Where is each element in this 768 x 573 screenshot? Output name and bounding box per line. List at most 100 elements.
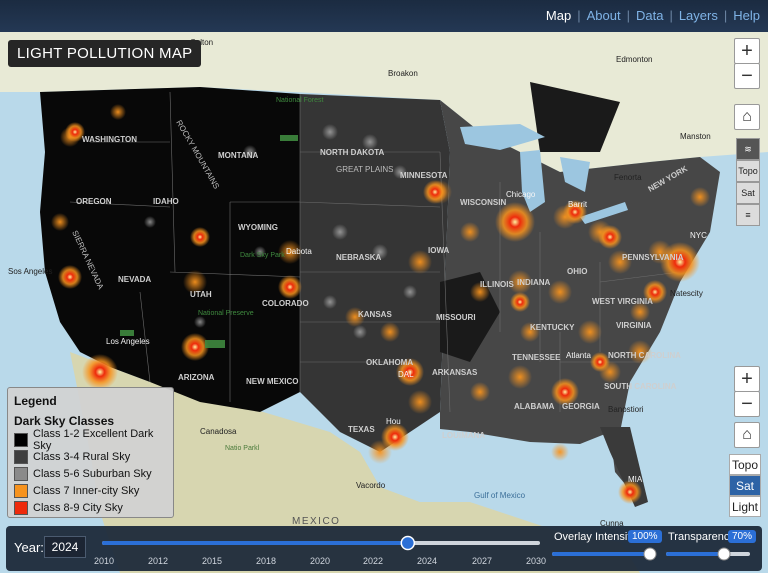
label-kentucky: KENTUCKY [530,323,575,332]
year-tick: 2012 [147,556,169,566]
label-natescity: Natescity [670,289,703,298]
nav-about-link[interactable]: About [587,8,621,23]
home-icon: ⌂ [742,426,752,443]
year-tick: 2015 [201,556,223,566]
label-ohio: OHIO [567,267,587,276]
year-tick: 2030 [525,556,547,566]
year-tick: 2027 [471,556,493,566]
label-sos-angeles: Sos Angeles [8,267,52,276]
year-tick: 2020 [309,556,331,566]
label-oklahoma: OKLAHOMA [366,358,413,367]
label-georgia: GEORGIA [562,402,600,411]
label-edmonton: Edmonton [616,55,652,64]
transparency-label: Transparency [668,531,735,543]
label-utah: UTAH [190,290,212,299]
legend-panel: Legend Dark Sky Classes Class 1-2 Excell… [7,387,174,518]
label-colorado: COLORADO [262,299,309,308]
home-icon: ⌂ [742,108,752,125]
nav-separator: | [577,8,581,23]
top-navigation-bar: Map | About | Data | Layers | Help [0,0,768,32]
nav-map-link[interactable]: Map [546,8,571,23]
layers-icon-button[interactable]: ≋ [736,138,760,160]
basemap-sat-option[interactable]: Sat [729,475,761,496]
legend-label: Class 1-2 Excellent Dark Sky [33,427,154,452]
label-great-plains: GREAT PLAINS [336,165,394,174]
label-atlanta: Atlanta [566,351,591,360]
home-button-secondary[interactable]: ⌂ [734,422,760,448]
label-montana: MONTANA [218,151,259,160]
legend-swatch [14,466,28,481]
transparency-slider-handle[interactable] [717,547,731,561]
sat-mini-button[interactable]: Sat [736,182,760,204]
zoom-out-button[interactable]: − [734,63,760,89]
legend-subtitle: Dark Sky Classes [14,414,115,428]
layer-mini-controls: ≋ Topo Sat ≡ [736,138,760,226]
legend-label: Class 8-9 City Sky [33,501,123,514]
layers-stack-button[interactable]: ≡ [736,204,760,226]
nav-layers-link[interactable]: Layers [679,8,718,23]
map-title: LIGHT POLLUTION MAP [8,40,202,67]
label-chicago: Chicago [506,190,536,199]
label-alabama: ALABAMA [514,402,555,411]
nav-separator: | [723,8,728,23]
layers-stack-icon: ≡ [745,210,751,220]
label-arkansas: ARKANSAS [432,368,478,377]
basemap-topo-option[interactable]: Topo [729,454,761,475]
label-manston: Manston [680,132,711,141]
label-nevada: NEVADA [118,275,151,284]
nav-separator: | [669,8,673,23]
label-illinois: ILLINOIS [480,280,514,289]
label-new-mexico: NEW MEXICO [246,377,298,386]
label-vacordo: Vacordo [356,481,386,490]
basemap-light-option[interactable]: Light [729,496,761,517]
label-dark-sky-park: Dark Sky Park [240,252,285,259]
label-natio-parkl: Natio Parkl [225,445,260,452]
label-arizona: ARIZONA [178,373,215,382]
zoom-in-button-secondary[interactable]: + [734,366,760,392]
home-button[interactable]: ⌂ [734,104,760,130]
label-wyoming: WYOMING [238,223,278,232]
label-pennsylvania: PENNSYLVANIA [622,253,684,262]
year-slider-handle[interactable] [400,535,416,551]
legend-swatch [14,483,28,498]
basemap-switcher: Topo Sat Light [729,454,761,517]
legend-swatch [14,432,28,447]
label-south-carolina: SOUTH CAROLINA [604,382,677,391]
nav-data-link[interactable]: Data [636,8,663,23]
legend-item: Class 1-2 Excellent Dark Sky [14,428,167,452]
topo-mini-button[interactable]: Topo [736,160,760,182]
layers-icon: ≋ [744,143,752,154]
label-texas: TEXAS [348,425,375,434]
label-washington: WASHINGTON [82,135,137,144]
legend-label: Class 7 Inner-city Sky [33,484,140,497]
nav-separator: | [626,8,630,23]
label-broakon: Broakon [388,69,418,78]
label-virginia: VIRGINIA [616,321,652,330]
nav-help-link[interactable]: Help [733,8,760,23]
label-fenorta: Fenorta [614,173,642,182]
label-tennessee: TENNESSEE [512,353,561,362]
label-minnesota: MINNESOTA [400,171,448,180]
label-gulf-of-mexico: Gulf of Mexico [474,491,526,500]
overlay-slider-handle[interactable] [643,547,657,561]
label-canadosa: Canadosa [200,427,237,436]
label-los-angeles: Los Angeles [106,337,150,346]
label-banostiori: Banostiori [608,405,644,414]
label-oregon: OREGON [76,197,112,206]
label-barrit: Barrit [568,200,588,209]
label-indiana: INDIANA [517,278,551,287]
label-mia: MIA [628,475,643,484]
label-west-virginia: WEST VIRGINIA [592,297,653,306]
label-national-forest: National Forest [276,97,324,104]
label-north-carolina: NORTH CAROLINA [608,351,681,360]
label-iowa: IOWA [428,246,450,255]
label-dal: DAL [398,370,414,379]
zoom-in-button[interactable]: + [734,38,760,64]
legend-item: Class 5-6 Suburban Sky [14,465,167,482]
zoom-out-button-secondary[interactable]: − [734,391,760,417]
legend-label: Class 3-4 Rural Sky [33,450,131,463]
year-tick: 2022 [362,556,384,566]
label-missouri: MISSOURI [436,313,476,322]
year-tick: 2010 [93,556,115,566]
legend-item: Class 8-9 City Sky [14,499,167,516]
